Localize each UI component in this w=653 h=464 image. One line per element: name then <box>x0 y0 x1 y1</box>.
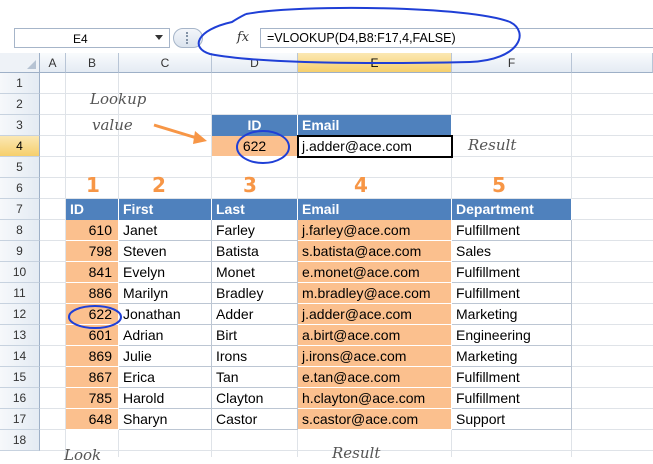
matched-id-circle-icon <box>68 305 122 329</box>
lookup-id-circle-icon <box>236 130 290 164</box>
formula-circle-icon <box>197 6 521 65</box>
annotation-overlay <box>68 6 521 329</box>
arrow-icon <box>153 123 207 144</box>
